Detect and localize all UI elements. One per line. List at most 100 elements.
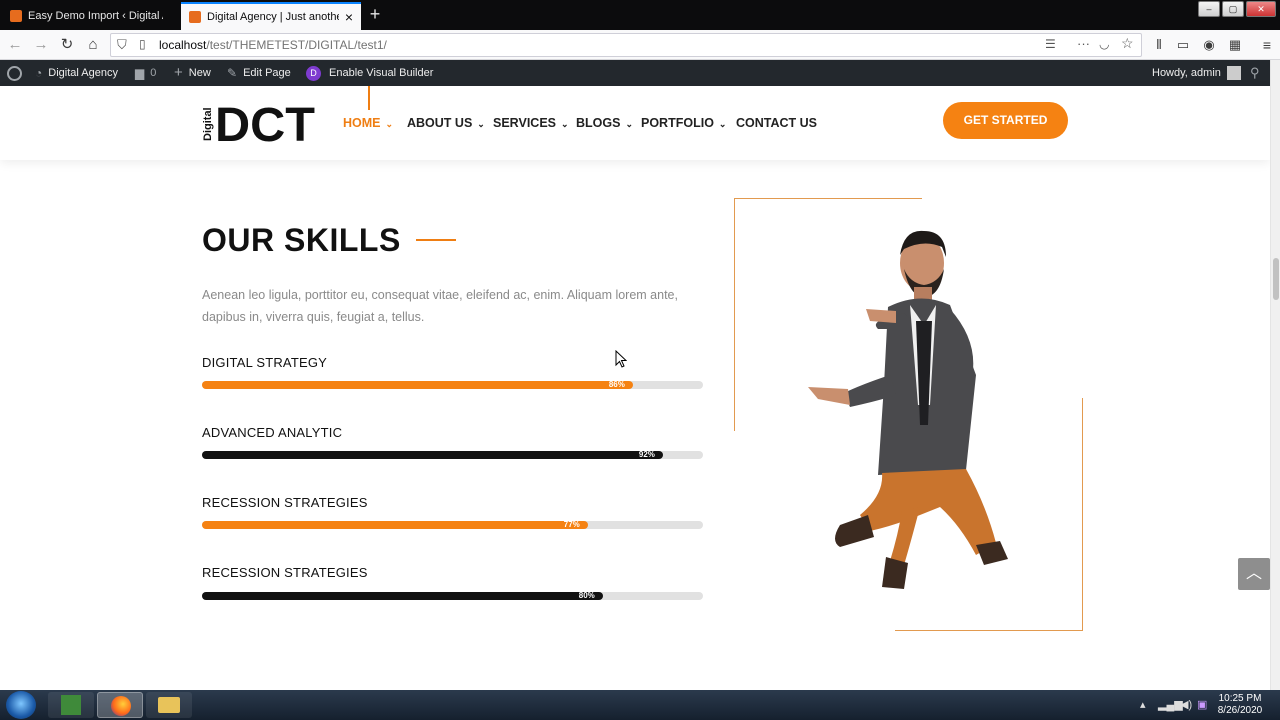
- windows-taskbar: ▴ ▂▄▆ ◀) ▣ 10:25 PM 8/26/2020: [0, 690, 1280, 720]
- account-menu[interactable]: Howdy, admin: [1152, 60, 1241, 86]
- reader-view-icon[interactable]: ☰: [1045, 37, 1056, 51]
- scroll-to-top-button[interactable]: ︿: [1238, 558, 1270, 590]
- bookmark-star-icon[interactable]: ☆: [1121, 35, 1134, 52]
- active-menu-indicator: [368, 86, 370, 110]
- visual-builder-link[interactable]: D Enable Visual Builder: [306, 60, 433, 86]
- edit-page-link[interactable]: ✎ Edit Page: [227, 60, 291, 86]
- menu-icon[interactable]: ≡: [1258, 36, 1276, 54]
- site-favicon-icon: [189, 11, 201, 23]
- menu-item-services[interactable]: SERVICES ⌄: [493, 116, 569, 130]
- pencil-icon: ✎: [227, 66, 238, 80]
- home-icon[interactable]: ⌂: [84, 36, 102, 54]
- new-tab-icon[interactable]: +: [366, 4, 384, 25]
- skill-label: ADVANCED ANALYTIC: [202, 425, 343, 440]
- taskbar-app-chart[interactable]: [48, 692, 94, 718]
- url-text: localhost/test/THEMETEST/DIGITAL/test1/: [159, 38, 387, 52]
- browser-tab-bar: Easy Demo Import ‹ Digital Agency Digita…: [0, 0, 1280, 30]
- tab-digital-agency[interactable]: Digital Agency | Just another WordPress …: [181, 2, 361, 30]
- skill-percent: 92%: [638, 450, 655, 459]
- avatar: [1226, 66, 1241, 80]
- skill-percent: 86%: [608, 380, 625, 389]
- page-scrollbar[interactable]: [1270, 60, 1280, 690]
- forward-icon[interactable]: →: [32, 36, 50, 54]
- shield-icon[interactable]: ⛉: [117, 37, 127, 53]
- menu-item-portfolio[interactable]: PORTFOLIO ⌄: [641, 116, 726, 130]
- comments-link[interactable]: ▆ 0: [135, 60, 156, 86]
- reload-icon[interactable]: ↻: [58, 36, 76, 54]
- tray-expand-icon[interactable]: ▴: [1140, 698, 1146, 711]
- url-bar[interactable]: ⛉ ▯ localhost/test/THEMETEST/DIGITAL/tes…: [110, 33, 1142, 57]
- skill-percent: 80%: [578, 591, 595, 600]
- skill-label: RECESSION STRATEGIES: [202, 495, 368, 510]
- menu-item-blogs[interactable]: BLOGS ⌄: [576, 116, 633, 130]
- menu-label: ABOUT US: [407, 116, 473, 130]
- divi-icon: D: [306, 65, 321, 81]
- menu-label: PORTFOLIO: [641, 116, 714, 130]
- skill-progress-fill: 92%: [202, 450, 663, 459]
- menu-item-home[interactable]: HOME ⌄: [343, 116, 393, 130]
- get-started-button[interactable]: GET STARTED: [943, 102, 1068, 139]
- minimize-window-button[interactable]: –: [1198, 1, 1220, 17]
- tab-title: Easy Demo Import ‹ Digital Agency: [28, 10, 163, 22]
- mouse-cursor-icon: [615, 350, 627, 368]
- menu-label: SERVICES: [493, 116, 556, 130]
- volume-icon[interactable]: ◀): [1180, 698, 1192, 711]
- title-accent-line: [416, 239, 456, 241]
- skill-progress-fill: 86%: [202, 380, 633, 389]
- edit-page-label: Edit Page: [243, 67, 291, 79]
- visual-builder-label: Enable Visual Builder: [329, 67, 434, 79]
- skill-progress-fill: 80%: [202, 591, 603, 600]
- more-actions-icon[interactable]: ···: [1077, 36, 1090, 51]
- clock-time: 10:25 PM: [1218, 693, 1262, 704]
- page-info-icon[interactable]: ▯: [139, 37, 146, 51]
- wp-admin-bar: ◔ Digital Agency ▆ 0 + New ✎ Edit Page D…: [0, 60, 1270, 86]
- comments-count: 0: [150, 67, 157, 79]
- tab-easy-demo-import[interactable]: Easy Demo Import ‹ Digital Agency: [2, 2, 178, 30]
- pocket-icon[interactable]: ◡: [1099, 37, 1109, 51]
- dashboard-icon: ◔: [35, 66, 43, 80]
- admin-search-icon[interactable]: ⚲: [1250, 60, 1260, 86]
- site-favicon-icon: [10, 10, 22, 22]
- skill-label: DIGITAL STRATEGY: [202, 355, 328, 370]
- site-name-label: Digital Agency: [48, 67, 118, 79]
- close-tab-icon[interactable]: ×: [345, 10, 353, 24]
- site-header: Digital DCT HOME ⌄ ABOUT US ⌄ SERVICES ⌄ BL…: [0, 86, 1270, 160]
- new-content-link[interactable]: + New: [174, 60, 211, 86]
- app-tray-icon[interactable]: ▣: [1197, 698, 1207, 711]
- browser-nav-bar: ← → ↻ ⌂ ⛉ ▯ localhost/test/THEMETEST/DIG…: [0, 30, 1280, 60]
- sidebar-icon[interactable]: ▭: [1174, 36, 1192, 54]
- chevron-down-icon: ⌄: [385, 119, 394, 129]
- account-icon[interactable]: ◉: [1200, 36, 1218, 54]
- taskbar-app-firefox[interactable]: [97, 692, 143, 718]
- skill-progress-track: 80%: [202, 591, 703, 600]
- close-window-button[interactable]: ✕: [1246, 1, 1276, 17]
- menu-item-contact-us[interactable]: CONTACT US: [736, 116, 817, 130]
- chevron-down-icon: ⌄: [477, 119, 485, 129]
- menu-item-about-us[interactable]: ABOUT US ⌄: [407, 116, 485, 130]
- maximize-window-button[interactable]: ▢: [1222, 1, 1244, 17]
- start-button[interactable]: [6, 691, 36, 719]
- section-description: Aenean leo ligula, porttitor eu, consequ…: [202, 288, 678, 324]
- url-host: localhost: [159, 38, 207, 52]
- extension-icon[interactable]: ▦: [1226, 36, 1244, 54]
- system-clock[interactable]: 10:25 PM 8/26/2020: [1210, 693, 1270, 717]
- chevron-up-icon: ︿: [1245, 565, 1262, 582]
- tab-title: Digital Agency | Just another WordPress …: [207, 11, 339, 23]
- logo-small-text: Digital: [202, 107, 214, 141]
- frame-line-left: [734, 198, 735, 431]
- skill-progress-track: 86%: [202, 380, 703, 389]
- section-title: OUR SKILLS: [202, 222, 401, 258]
- scrollbar-thumb[interactable]: [1273, 258, 1279, 300]
- chevron-down-icon: ⌄: [718, 119, 727, 129]
- chevron-down-icon: ⌄: [561, 119, 569, 129]
- chevron-down-icon: ⌄: [625, 119, 633, 129]
- comment-icon: ▆: [135, 66, 145, 80]
- site-logo[interactable]: Digital DCT: [202, 99, 316, 152]
- wordpress-logo-icon[interactable]: [7, 60, 22, 86]
- site-name-link[interactable]: ◔ Digital Agency: [35, 60, 118, 86]
- network-icon[interactable]: ▂▄▆: [1158, 698, 1183, 711]
- back-icon[interactable]: ←: [6, 36, 24, 54]
- library-icon[interactable]: ⫴: [1150, 36, 1168, 54]
- greeting-label: Howdy, admin: [1152, 67, 1221, 79]
- taskbar-app-explorer[interactable]: [146, 692, 192, 718]
